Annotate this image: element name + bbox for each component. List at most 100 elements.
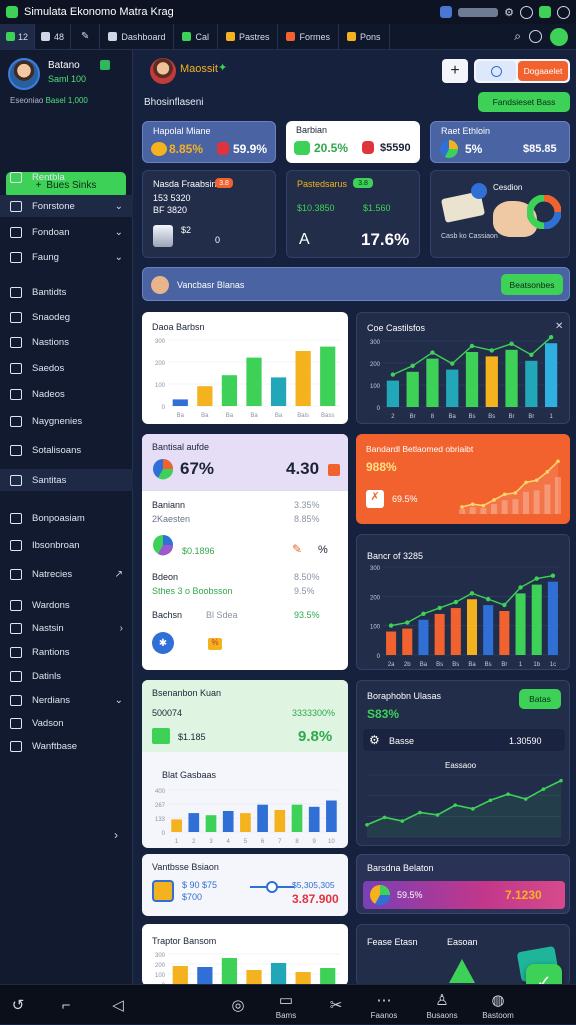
app-switch-icon[interactable]	[440, 6, 453, 18]
bookmark-icon: ⌐	[61, 996, 71, 1014]
refresh-icon[interactable]	[529, 30, 542, 43]
messages-icon[interactable]	[550, 27, 568, 46]
stat-card-2[interactable]: Barbian 20.5% $5590	[286, 121, 420, 163]
y-tick-label: 300	[155, 953, 166, 959]
bottom-nav-item-9[interactable]: ◍ Bastoom	[482, 985, 514, 1025]
chart-card-5[interactable]: Bancr of 3285 300 200 100 0 2a 2b Ba Bs Bs Ba Bs Br…	[356, 534, 570, 670]
bottom-nav-item-4[interactable]: ◎	[224, 985, 252, 1025]
info-icon[interactable]	[520, 5, 533, 19]
mid-card-3[interactable]: Cesdion Casb ko Cassiaon	[430, 170, 570, 258]
sidebar-item-1[interactable]: Rentbla	[0, 166, 133, 188]
chevron-icon[interactable]: ⌄	[115, 227, 123, 238]
bar	[295, 351, 311, 406]
tab-dashboard[interactable]: Dashboard	[100, 23, 175, 50]
stat-value-b: 59.9%	[233, 142, 268, 156]
stat-strip-card[interactable]: Vantbsse Bsiaon $ 90 $75 $700 $5,305,305…	[142, 854, 348, 916]
stat-card-3[interactable]: Raet Ethloin 5% $85.85	[430, 121, 570, 163]
y-tick-label: 200	[370, 362, 381, 368]
bottom-nav-item-8[interactable]: ♙ Busaons	[426, 985, 457, 1025]
line-card[interactable]: Boraphobn Ulasas S83% Batas ⚙ Basse 1.30…	[356, 680, 570, 846]
avatar[interactable]	[8, 58, 40, 90]
tab-pons[interactable]: Pons	[339, 23, 390, 50]
bottom-nav-item-1[interactable]: ↺	[4, 985, 32, 1025]
line-button[interactable]: Batas	[519, 689, 561, 709]
sidebar-item-20[interactable]: Nerdians ⌄	[0, 689, 133, 711]
sidebar-item-4[interactable]: Faung ⌄	[0, 246, 133, 268]
chart-card-1[interactable]: Daoa Barbsn 300 200 100 0 Ba Ba Ba Ba Ba Bals Bass	[142, 312, 348, 424]
chart-card-2[interactable]: Coe Castilsfos ✕ 300 200 100 0 2 Br 8 Ba Bs Bs Br B…	[356, 312, 570, 424]
search-icon[interactable]: ⌕	[514, 29, 521, 44]
account-icon[interactable]	[557, 5, 570, 19]
chevron-icon[interactable]: ↗	[115, 569, 123, 580]
sidebar-item-15[interactable]: Natrecies ↗	[0, 563, 133, 585]
tab-home-chip[interactable]: 12	[0, 23, 36, 50]
chevron-icon[interactable]: ⌄	[115, 695, 123, 706]
fab-check-button[interactable]: ✓	[526, 964, 562, 984]
trend-card[interactable]: Bandardl Betlaomed obriaibt 988% ✗ 69.5%	[356, 434, 570, 524]
chevron-icon[interactable]: ⌄	[115, 252, 123, 263]
sidebar-item-10[interactable]: Naygnenies	[0, 410, 133, 432]
close-icon[interactable]: ✕	[555, 321, 563, 332]
tab-pastres[interactable]: Pastres	[218, 23, 279, 50]
tab-cal[interactable]: Cal	[174, 23, 218, 50]
view-toggle[interactable]: Dogaaelet	[474, 59, 570, 83]
header-greeting: Maossit	[180, 63, 218, 75]
sidebar-item-14[interactable]: Ibsonbroan	[0, 534, 133, 556]
sidebar-item-9[interactable]: Nadeos	[0, 383, 133, 405]
sidebar-item-label: Nastions	[32, 336, 69, 348]
sidebar-item-12[interactable]: Santitas	[0, 469, 133, 491]
sidebar-item-2[interactable]: Fonrstone ⌄	[0, 195, 133, 217]
stat-card-1[interactable]: Hapolal Miane 8.85% 59.9%	[142, 121, 276, 163]
toggle-left[interactable]	[476, 61, 516, 81]
bottom-nav-item-2[interactable]: ⌐	[52, 985, 80, 1025]
settings-icon: ✱	[152, 632, 174, 654]
sidebar-item-13[interactable]: Bonpoasiam	[0, 507, 133, 529]
sidebar-item-21[interactable]: Vadson	[0, 712, 133, 734]
line-point	[488, 798, 493, 803]
sidebar-item-16[interactable]: Wardons	[0, 594, 133, 616]
chat-icon[interactable]	[539, 6, 551, 18]
gradient-card[interactable]: Barsdna Belaton 59.5% 7.1230	[356, 854, 570, 914]
sidebar-item-3[interactable]: Fondoan ⌄	[0, 221, 133, 243]
sidebar-item-7[interactable]: Nastions	[0, 331, 133, 353]
sidebar-item-17[interactable]: Nastsin ›	[0, 617, 133, 639]
x-tick-label: 1	[175, 839, 179, 845]
banner-button[interactable]: Beatsonbes	[501, 274, 563, 295]
pencil-icon[interactable]: ✎	[292, 542, 302, 556]
toggle-right[interactable]: Dogaaelet	[518, 61, 568, 81]
summary-card[interactable]: Bantisal aufde 67% 4.30 Baniann 3.35% 2K…	[142, 434, 348, 670]
sidebar-item-6[interactable]: Snaodeg	[0, 306, 133, 328]
tab-edit[interactable]: ✎	[71, 23, 101, 50]
add-button[interactable]: +	[442, 59, 468, 83]
slider-knob[interactable]	[266, 881, 278, 893]
x-tick-label: 4	[227, 839, 231, 845]
sidebar-item-22[interactable]: Wanftbase	[0, 735, 133, 757]
header-avatar[interactable]	[150, 58, 176, 84]
sidebar-expand-icon[interactable]: ›	[114, 828, 118, 842]
bottom-nav-item-7[interactable]: ⋯ Faanos	[370, 985, 398, 1025]
chevron-icon[interactable]: ⌄	[115, 201, 123, 212]
sidebar-item-19[interactable]: Datinls	[0, 665, 133, 687]
bottom-nav-item-6[interactable]: ✂	[322, 985, 350, 1025]
user-profile[interactable]: Batano Saml 100 Eseoniao Basel 1,000	[8, 58, 128, 106]
tab-apps-chip[interactable]: 48	[35, 23, 72, 50]
mid-card-1[interactable]: Nasda Fraabsin 3.8 153 5320 BF 3820 $2 0	[142, 170, 276, 258]
combo-card[interactable]: Bsenanbon Kuan 500074 3333300% $1.185 9.…	[142, 680, 348, 848]
sidebar-item-8[interactable]: Saedos	[0, 357, 133, 379]
bottom-nav-label: Bastoom	[482, 1010, 514, 1020]
bottom-nav-item-3[interactable]: ◁	[104, 985, 132, 1025]
header-action-button[interactable]: Fandsieset Bass	[478, 92, 570, 112]
chart-card-7[interactable]: Traptor Bansom 3002001000	[142, 924, 348, 984]
promo-banner[interactable]: Vancbasr Blanas Beatsonbes	[142, 267, 570, 301]
sidebar-item-5[interactable]: Bantidts	[0, 281, 133, 303]
share-icon[interactable]: ⚙	[504, 6, 514, 19]
mid-card-2[interactable]: Pastedsarus 3.8 $10.3850 $1.560 A 17.6%	[286, 170, 420, 258]
sidebar-item-18[interactable]: Rantions	[0, 641, 133, 663]
bottom-nav-item-5[interactable]: ▭ Bams	[272, 985, 300, 1025]
bar	[499, 611, 510, 655]
tab-formes[interactable]: Formes	[278, 23, 339, 50]
card-sub: Easoan	[447, 937, 478, 947]
chevron-icon[interactable]: ›	[120, 623, 123, 634]
x-tick-label: 2b	[404, 662, 411, 668]
sidebar-item-11[interactable]: Sotalisoans	[0, 439, 133, 461]
